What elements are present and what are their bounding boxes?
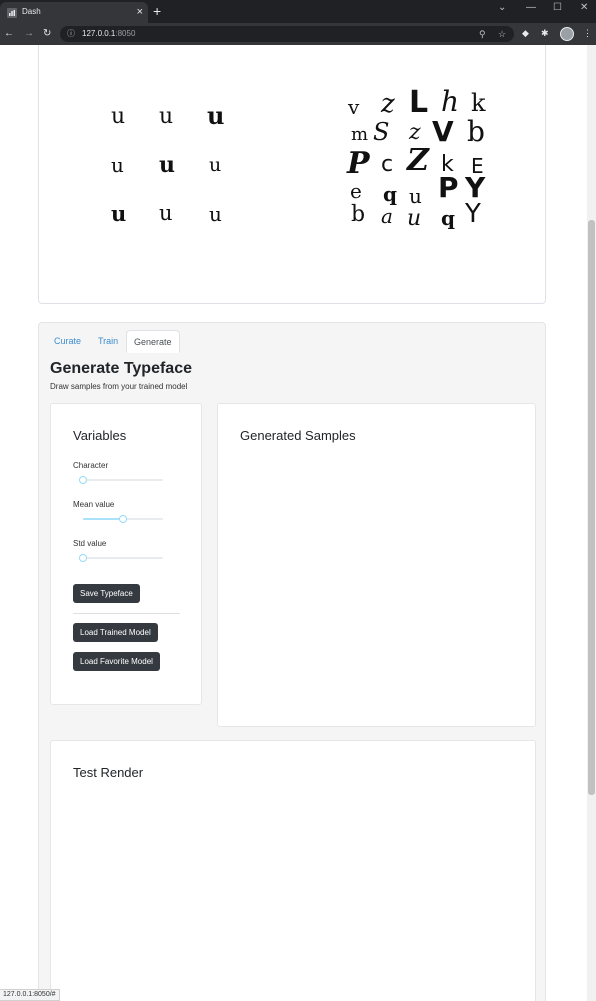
- browser-tab-title: Dash: [22, 7, 41, 16]
- forward-icon[interactable]: →: [24, 27, 34, 40]
- slider-track: [83, 518, 123, 520]
- load-trained-model-button[interactable]: Load Trained Model: [73, 623, 158, 642]
- sample-glyph: u: [209, 202, 222, 226]
- tab-curate[interactable]: Curate: [47, 330, 88, 353]
- character-label: Character: [73, 461, 109, 470]
- profile-icon[interactable]: [560, 27, 574, 41]
- tab-close-icon[interactable]: ×: [137, 5, 143, 19]
- sample-glyph: q: [441, 206, 455, 230]
- sample-glyph: L: [409, 85, 429, 120]
- samples-preview-card: u u u u u u u u u v z L h k m S z V b P …: [38, 45, 546, 304]
- browser-tab[interactable]: Dash ×: [0, 2, 148, 23]
- info-icon[interactable]: ⓘ: [67, 28, 75, 40]
- sample-glyph: e: [350, 179, 362, 203]
- tab-train[interactable]: Train: [91, 330, 125, 353]
- sample-glyph: u: [159, 201, 173, 225]
- tab-search-icon[interactable]: ⌄: [498, 2, 506, 14]
- slider-handle[interactable]: [119, 515, 127, 523]
- load-favorite-model-button[interactable]: Load Favorite Model: [73, 652, 160, 671]
- sample-glyph: z: [381, 89, 395, 119]
- mean-value-slider[interactable]: [83, 514, 163, 524]
- generated-samples-card: Generated Samples: [217, 403, 536, 727]
- sample-glyph: u: [209, 154, 222, 176]
- sample-glyph: m: [351, 124, 369, 145]
- sample-glyph: u: [111, 201, 127, 226]
- generate-section: Curate Train Generate Generate Typeface …: [38, 322, 546, 1001]
- sample-glyph: P: [438, 171, 459, 204]
- status-url: 127.0.0.1:8050/#: [0, 989, 60, 1001]
- tab-generate[interactable]: Generate: [126, 330, 180, 353]
- page-title: Generate Typeface: [50, 360, 192, 377]
- test-render-title: Test Render: [73, 765, 144, 780]
- slider-handle[interactable]: [79, 554, 87, 562]
- sample-glyph: S: [373, 118, 390, 146]
- page-subtitle: Draw samples from your trained model: [50, 382, 188, 391]
- scrollbar-thumb[interactable]: [588, 220, 595, 795]
- slider-rail: [83, 479, 163, 481]
- sample-glyph: b: [467, 115, 485, 148]
- sample-glyph: q: [383, 182, 397, 206]
- slider-handle[interactable]: [79, 476, 87, 484]
- url-host: 127.0.0.1: [82, 29, 116, 38]
- url-text: 127.0.0.1:8050: [82, 29, 135, 39]
- mean-value-label: Mean value: [73, 500, 115, 509]
- browser-toolbar: ← → ↻ ⓘ 127.0.0.1:8050 ⚲ ☆ ◆ ✱ ⋮: [0, 23, 596, 45]
- page-viewport: u u u u u u u u u v z L h k m S z V b P …: [0, 45, 596, 1001]
- star-icon[interactable]: ☆: [498, 28, 506, 40]
- sample-glyph: u: [159, 104, 174, 129]
- sample-glyph: a: [381, 204, 393, 228]
- address-bar[interactable]: ⓘ 127.0.0.1:8050 ⚲ ☆: [60, 26, 514, 42]
- reload-icon[interactable]: ↻: [43, 27, 51, 40]
- sample-glyph: b: [351, 202, 366, 227]
- minimize-icon[interactable]: —: [526, 2, 536, 14]
- character-slider[interactable]: [79, 475, 163, 485]
- sample-glyph: v: [348, 95, 360, 119]
- sample-glyph: h: [441, 85, 460, 118]
- std-value-label: Std value: [73, 539, 107, 548]
- generated-samples-title: Generated Samples: [240, 428, 356, 443]
- std-value-slider[interactable]: [79, 553, 163, 563]
- extension-icon[interactable]: ◆: [522, 27, 529, 39]
- sample-glyph: P: [347, 146, 370, 181]
- url-port: :8050: [115, 29, 136, 38]
- sample-glyph: z: [409, 120, 421, 145]
- sample-glyph: u: [111, 104, 126, 129]
- zoom-icon[interactable]: ⚲: [479, 28, 486, 40]
- save-typeface-button[interactable]: Save Typeface: [73, 584, 140, 603]
- browser-tabstrip: Dash × + ⌄ — ☐ ✕: [0, 0, 596, 23]
- back-icon[interactable]: ←: [4, 27, 14, 40]
- slider-rail: [83, 557, 163, 559]
- dash-favicon-icon: [7, 8, 17, 18]
- variables-card: Variables Character Mean value Std value…: [50, 403, 202, 705]
- sample-glyph: u: [207, 101, 225, 130]
- sample-glyph: u: [159, 152, 175, 178]
- sample-glyph: Z: [407, 143, 429, 178]
- sample-glyph: V: [432, 115, 454, 148]
- sample-glyph: u: [407, 206, 422, 231]
- sample-glyph: c: [381, 152, 394, 177]
- sample-glyph: Y: [465, 171, 486, 204]
- test-render-card: Test Render: [50, 740, 536, 1001]
- maximize-icon[interactable]: ☐: [553, 2, 562, 14]
- sample-glyph: u: [111, 153, 124, 177]
- sample-glyph: k: [471, 89, 486, 117]
- new-tab-icon[interactable]: +: [153, 3, 161, 19]
- variables-title: Variables: [73, 428, 127, 443]
- puzzle-icon[interactable]: ✱: [541, 27, 549, 39]
- sample-glyph: Y: [465, 199, 481, 229]
- divider: [73, 613, 180, 614]
- menu-icon[interactable]: ⋮: [583, 27, 592, 39]
- page-scrollbar[interactable]: [587, 45, 596, 1001]
- close-window-icon[interactable]: ✕: [580, 2, 588, 14]
- sample-glyph: u: [409, 184, 422, 208]
